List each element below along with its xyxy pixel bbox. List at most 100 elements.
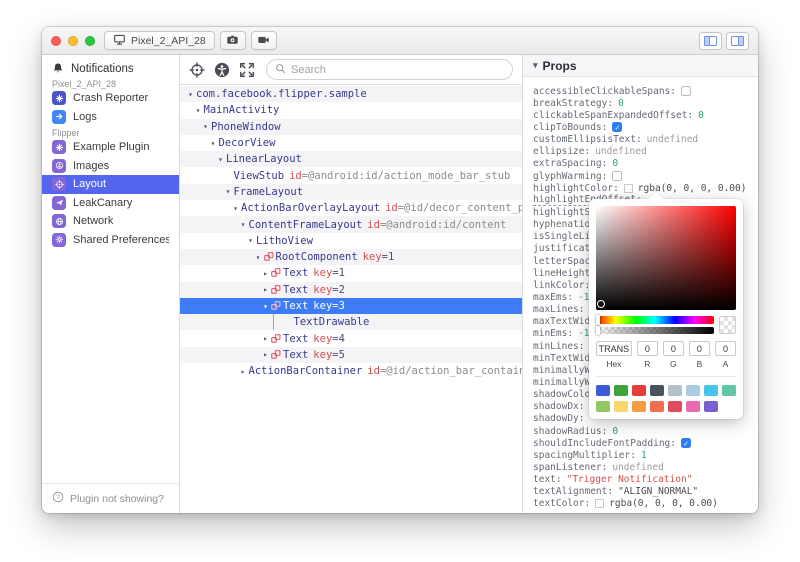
chevron-down-icon[interactable]: ▾	[200, 122, 211, 131]
tree-row-text-key-5[interactable]: ▸ Text key =5	[180, 346, 522, 364]
color-input-g[interactable]	[662, 341, 684, 356]
prop-value[interactable]: 1	[641, 450, 647, 461]
chevron-right-icon[interactable]: ▸	[260, 269, 271, 278]
toggle-left-sidebar-button[interactable]	[699, 31, 722, 50]
tree-row-linearlayout[interactable]: ▾ LinearLayout	[180, 151, 522, 168]
checkbox-checked-icon[interactable]: ✓	[681, 438, 691, 449]
tree-row-text-key-2[interactable]: ▸ Text key =2	[180, 281, 522, 298]
checkbox-checked-icon[interactable]: ✓	[612, 122, 623, 133]
preset-color-swatch[interactable]	[614, 401, 628, 412]
prop-value[interactable]: rgba(0, 0, 0, 0.00)	[609, 498, 718, 509]
device-selector-button[interactable]: Pixel_2_API_28	[104, 31, 215, 50]
prop-value[interactable]: 0	[612, 158, 618, 169]
sidebar-item-example-plugin[interactable]: Example Plugin	[42, 138, 179, 157]
color-swatch[interactable]	[623, 183, 633, 193]
sidebar-item-leakcanary[interactable]: LeakCanary	[42, 194, 179, 213]
chevron-down-icon[interactable]: ▾	[193, 106, 204, 115]
chevron-down-icon[interactable]: ▾	[215, 155, 226, 164]
search-input[interactable]	[291, 63, 504, 76]
alpha-slider-handle[interactable]	[596, 326, 600, 335]
color-input-a[interactable]	[714, 341, 736, 356]
prop-value[interactable]: 0	[612, 426, 618, 437]
tree-row-phonewindow[interactable]: ▾ PhoneWindow	[180, 118, 522, 135]
sidebar-item-network[interactable]: Network	[42, 212, 179, 231]
preset-color-swatch[interactable]	[632, 385, 646, 396]
search-box[interactable]	[266, 59, 513, 80]
target-icon[interactable]	[189, 61, 205, 78]
sidebar-item-layout[interactable]: Layout	[42, 175, 179, 194]
chevron-right-icon[interactable]: ▸	[238, 367, 249, 376]
chevron-down-icon[interactable]: ▾	[260, 302, 271, 311]
minimize-button[interactable]	[68, 35, 78, 46]
chevron-down-icon[interactable]: ▾	[185, 90, 196, 99]
chevron-down-icon[interactable]: ▾	[245, 236, 256, 245]
checkbox-unchecked-icon[interactable]	[681, 86, 691, 97]
tree-row-textdrawable[interactable]: TextDrawable	[180, 314, 522, 331]
checkbox-unchecked-icon[interactable]	[612, 171, 623, 182]
preset-color-swatch[interactable]	[722, 385, 736, 396]
color-swatch[interactable]	[595, 499, 605, 509]
preset-color-swatch[interactable]	[650, 401, 664, 412]
tree-row-text-key-3[interactable]: ▾ Text key =3	[180, 297, 522, 315]
tree-row-com-facebook-flipper-sample[interactable]: ▾ com.facebook.flipper.sample	[180, 86, 522, 103]
toggle-right-sidebar-button[interactable]	[726, 31, 749, 50]
tree-row-lithoview[interactable]: ▾ LithoView	[180, 233, 522, 249]
screenshot-button[interactable]	[219, 31, 246, 50]
tree-row-rootcomponent-key-1[interactable]: ▾ RootComponent key =1	[180, 248, 522, 266]
chevron-down-icon[interactable]: ▾	[238, 220, 249, 229]
tree-row-decorview[interactable]: ▾ DecorView	[180, 135, 522, 151]
zoom-button[interactable]	[85, 35, 95, 46]
plugin-not-showing-link[interactable]: ? Plugin not showing?	[42, 483, 179, 513]
hue-slider-handle[interactable]	[596, 315, 600, 325]
tree-row-actionbarcontainer-id-id-action-bar-container[interactable]: ▸ ActionBarContainer id =@id/action_bar_con…	[180, 363, 522, 379]
notifications-item[interactable]: Notifications	[42, 61, 179, 77]
preset-color-swatch[interactable]	[614, 385, 628, 396]
prop-value[interactable]: -1	[578, 328, 589, 339]
preset-color-swatch[interactable]	[650, 385, 664, 396]
color-input-hex[interactable]	[596, 341, 632, 356]
prop-value[interactable]: -1	[578, 292, 589, 303]
color-input-b[interactable]	[688, 341, 710, 356]
chevron-right-icon[interactable]: ▸	[260, 350, 271, 359]
chevron-down-icon[interactable]: ▾	[230, 204, 241, 213]
screen-record-button[interactable]	[250, 31, 277, 50]
preset-color-swatch[interactable]	[668, 385, 682, 396]
tree-row-contentframelayout-id-android-id-content[interactable]: ▾ ContentFrameLayout id =@android:id/conten…	[180, 216, 522, 233]
sidebar-item-images[interactable]: Images	[42, 157, 179, 176]
props-section-header[interactable]: ▾ Props	[523, 55, 758, 77]
preset-color-swatch[interactable]	[596, 385, 610, 396]
chevron-right-icon[interactable]: ▸	[260, 334, 271, 343]
chevron-right-icon[interactable]: ▸	[260, 285, 271, 294]
color-input-r[interactable]	[636, 341, 658, 356]
tree-row-framelayout[interactable]: ▾ FrameLayout	[180, 183, 522, 201]
tree-row-actionbaroverlaylayout-id-id-decor-content-parent[interactable]: ▾ ActionBarOverlayLayout id =@id/decor_cont…	[180, 200, 522, 216]
prop-value[interactable]: 0	[618, 98, 624, 109]
tree-row-viewstub-id-android-id-action-mode-bar-stub[interactable]: ViewStub id =@android:id/action_mode_bar_s…	[180, 167, 522, 183]
preset-color-swatch[interactable]	[704, 385, 718, 396]
preset-color-swatch[interactable]	[632, 401, 646, 412]
prop-value[interactable]: 0	[698, 110, 704, 121]
preset-color-swatch[interactable]	[668, 401, 682, 412]
alpha-slider[interactable]	[596, 326, 714, 335]
chevron-down-icon[interactable]: ▾	[223, 187, 234, 196]
prop-value[interactable]: "Trigger Notification"	[567, 474, 693, 485]
tree-row-mainactivity[interactable]: ▾ MainActivity	[180, 102, 522, 118]
hue-slider[interactable]	[596, 315, 714, 325]
preset-color-swatch[interactable]	[686, 385, 700, 396]
chevron-down-icon[interactable]: ▾	[253, 253, 264, 262]
prop-value[interactable]: "ALIGN_NORMAL"	[618, 486, 698, 497]
tree-row-text-key-1[interactable]: ▸ Text key =1	[180, 265, 522, 281]
sidebar-item-shared-preferences-viewer[interactable]: Shared Preferences Viewer	[42, 231, 179, 250]
preset-color-swatch[interactable]	[596, 401, 610, 412]
tree-row-text-key-4[interactable]: ▸ Text key =4	[180, 330, 522, 346]
chevron-down-icon[interactable]: ▾	[208, 139, 219, 148]
sidebar-item-logs[interactable]: Logs	[42, 108, 179, 127]
saturation-square[interactable]	[596, 206, 736, 310]
close-button[interactable]	[51, 35, 61, 46]
accessibility-icon[interactable]	[214, 62, 230, 78]
sidebar-item-crash-reporter[interactable]: Crash Reporter	[42, 89, 179, 108]
expand-icon[interactable]	[239, 62, 255, 78]
preset-color-swatch[interactable]	[704, 401, 718, 412]
preset-color-swatch[interactable]	[686, 401, 700, 412]
saturation-cursor[interactable]	[597, 300, 605, 308]
